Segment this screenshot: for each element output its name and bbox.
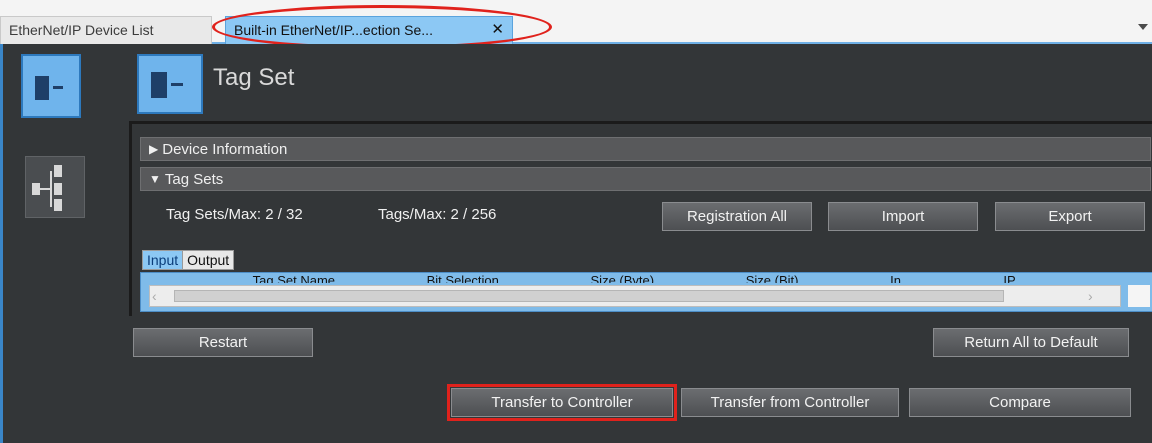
connection-tree-view-icon[interactable] bbox=[25, 156, 85, 218]
tag-set-view-icon[interactable] bbox=[21, 54, 81, 118]
tab-output[interactable]: Output bbox=[183, 251, 233, 269]
transfer-to-controller-button[interactable]: Transfer to Controller bbox=[451, 388, 673, 417]
scrollbar-thumb[interactable] bbox=[174, 290, 1004, 302]
tag-set-header-icon bbox=[137, 54, 203, 114]
tab-label: EtherNet/IP Device List bbox=[9, 22, 154, 38]
tab-ethernet-ip-device-list[interactable]: EtherNet/IP Device List bbox=[0, 16, 212, 44]
return-all-to-default-button[interactable]: Return All to Default bbox=[933, 328, 1129, 357]
column-header[interactable]: Size (Byte) bbox=[591, 273, 655, 283]
tab-strip: EtherNet/IP Device List Built-in EtherNe… bbox=[0, 0, 1152, 49]
column-header[interactable]: Bit Selection bbox=[427, 273, 499, 283]
compare-button[interactable]: Compare bbox=[909, 388, 1131, 417]
tab-connection-settings[interactable]: Built-in EtherNet/IP...ection Se... ✕ bbox=[225, 16, 513, 44]
collapse-arrow-icon: ▼ bbox=[149, 172, 161, 186]
import-button[interactable]: Import bbox=[828, 202, 978, 231]
grid-header: Tag Set Name Bit Selection Size (Byte) S… bbox=[161, 273, 1121, 283]
section-label: Tag Sets bbox=[164, 171, 224, 188]
column-header[interactable]: In... bbox=[890, 273, 912, 283]
grid-corner bbox=[1128, 285, 1150, 307]
tree-node-icon bbox=[32, 183, 40, 195]
tag-set-panel: ▶ Device Information ▼ Tag Sets Tag Sets/M… bbox=[129, 121, 1152, 316]
section-label: Device Information bbox=[162, 141, 288, 158]
export-button[interactable]: Export bbox=[995, 202, 1145, 231]
tree-node-icon bbox=[54, 165, 62, 177]
tree-line-icon bbox=[50, 171, 52, 207]
column-header[interactable]: IP... bbox=[1003, 273, 1024, 283]
expand-arrow-icon: ▶ bbox=[149, 142, 159, 156]
main-editor: Tag Set ▶ Device Information ▼ Tag Sets Ta… bbox=[0, 44, 1152, 443]
column-header[interactable]: Size (Bit) bbox=[746, 273, 799, 283]
tag-sets-max-text: Tag Sets/Max: 2 / 32 bbox=[166, 206, 303, 223]
page-title: Tag Set bbox=[213, 64, 295, 91]
tab-label: Built-in EtherNet/IP...ection Se... bbox=[234, 22, 433, 38]
scroll-right-icon[interactable]: › bbox=[1088, 289, 1100, 303]
io-tabs: Input Output bbox=[142, 250, 235, 270]
transfer-from-controller-button[interactable]: Transfer from Controller bbox=[681, 388, 899, 417]
tree-node-icon bbox=[54, 183, 62, 195]
restart-button[interactable]: Restart bbox=[133, 328, 313, 357]
horizontal-scrollbar[interactable]: ‹ › bbox=[149, 285, 1121, 307]
registration-all-button[interactable]: Registration All bbox=[662, 202, 812, 231]
close-icon[interactable]: ✕ bbox=[491, 17, 504, 43]
column-header[interactable]: Tag Set Name bbox=[253, 273, 335, 283]
scroll-left-icon[interactable]: ‹ bbox=[152, 289, 164, 303]
tab-overflow-dropdown-icon[interactable] bbox=[1138, 24, 1148, 30]
tab-input[interactable]: Input bbox=[143, 251, 184, 269]
tree-node-icon bbox=[54, 199, 62, 211]
section-device-information[interactable]: ▶ Device Information bbox=[140, 137, 1151, 161]
tag-set-grid[interactable]: Tag Set Name Bit Selection Size (Byte) S… bbox=[140, 272, 1152, 312]
tags-max-text: Tags/Max: 2 / 256 bbox=[378, 206, 497, 223]
section-tag-sets[interactable]: ▼ Tag Sets bbox=[140, 167, 1151, 191]
tree-line-icon bbox=[40, 188, 50, 190]
